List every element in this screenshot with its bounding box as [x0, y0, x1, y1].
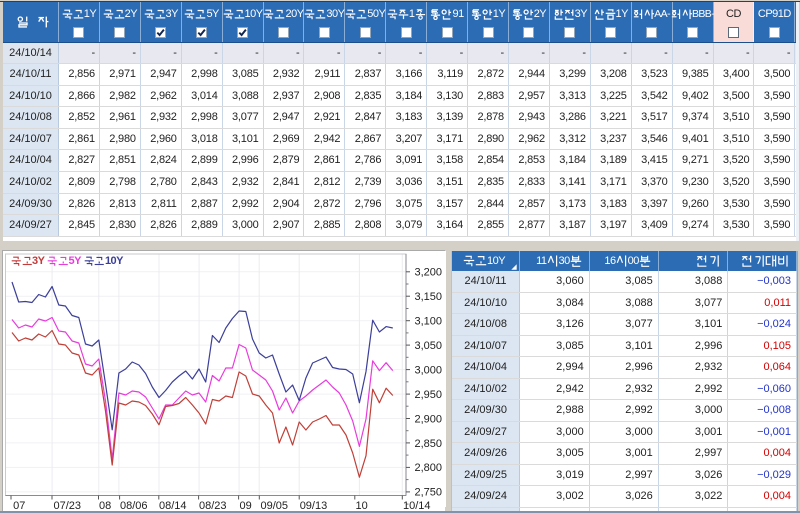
svg-text:2,900: 2,900 — [414, 413, 442, 425]
svg-text:3,000: 3,000 — [414, 364, 442, 376]
svg-text:2,850: 2,850 — [414, 438, 442, 450]
svg-text:2,750: 2,750 — [414, 487, 442, 499]
svg-text:2,950: 2,950 — [414, 389, 442, 401]
svg-text:2,800: 2,800 — [414, 462, 442, 474]
svg-text:3,100: 3,100 — [414, 316, 442, 328]
svg-text:3,150: 3,150 — [414, 291, 442, 303]
svg-text:3,050: 3,050 — [414, 340, 442, 352]
svg-text:3,200: 3,200 — [414, 267, 442, 279]
